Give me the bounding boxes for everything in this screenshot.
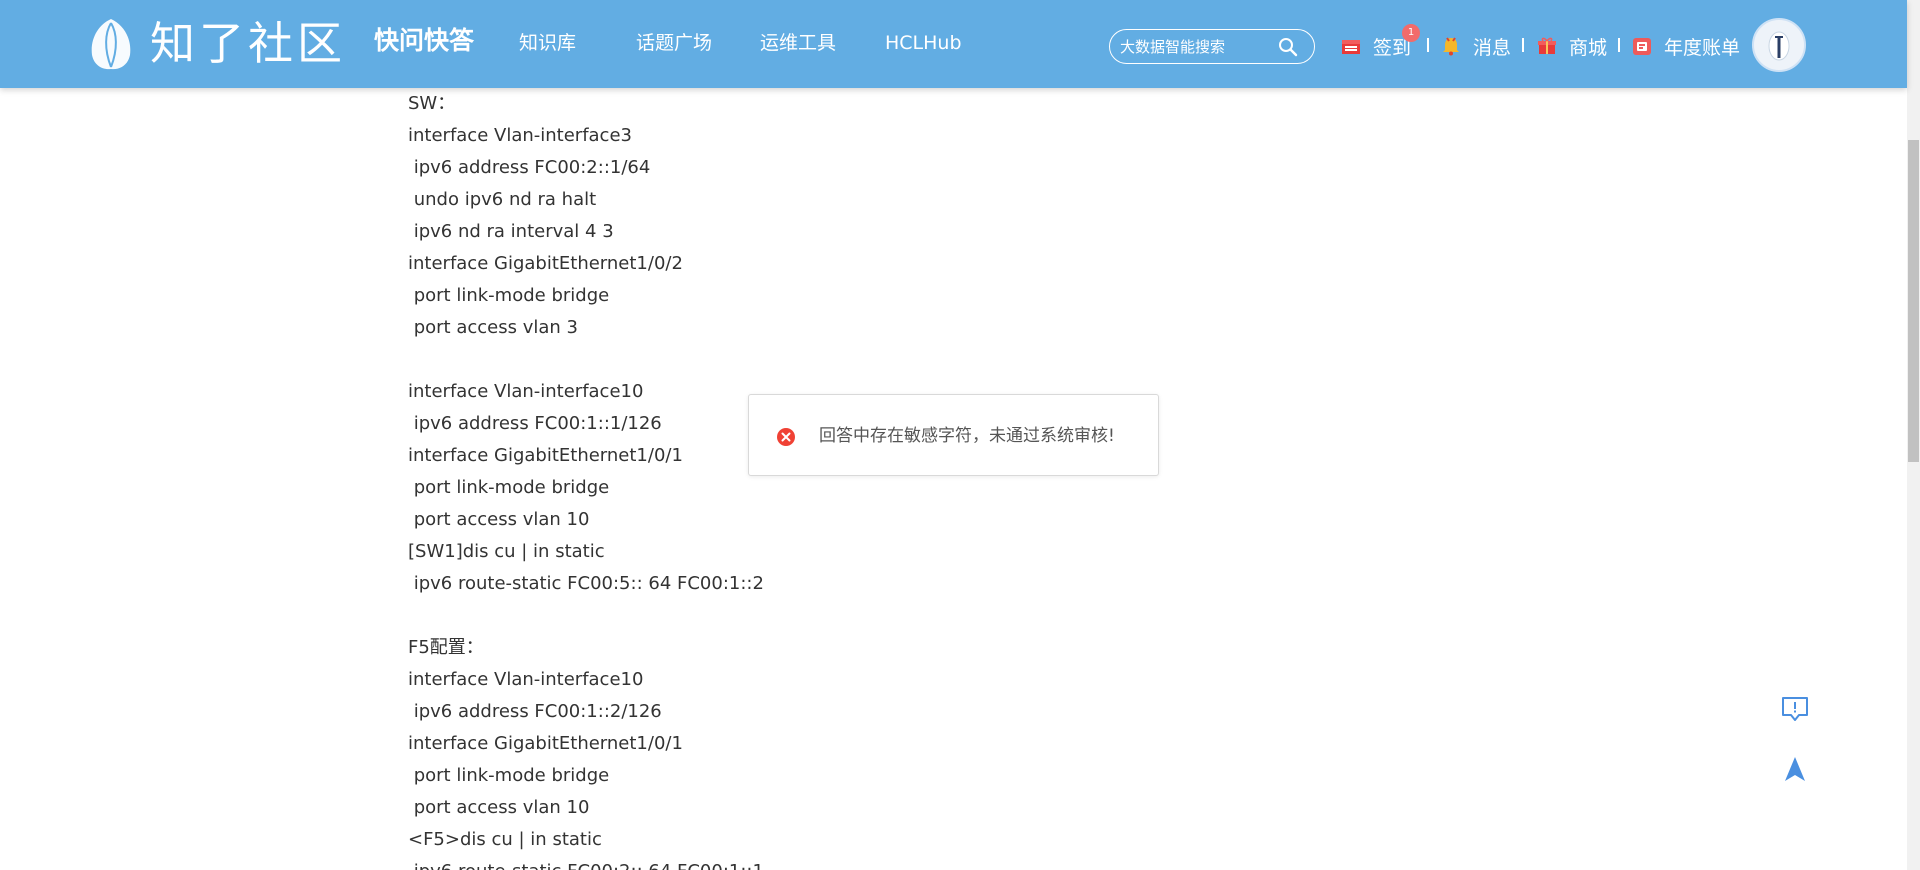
content-line: undo ipv6 nd ra halt bbox=[408, 189, 597, 210]
checkin-link[interactable]: 签到 bbox=[1341, 29, 1411, 63]
gift-box-icon bbox=[1342, 40, 1360, 54]
content-line: port link-mode bridge bbox=[408, 477, 610, 498]
toast-message: 回答中存在敏感字符，未通过系统审核! bbox=[819, 426, 1115, 446]
content-line: port link-mode bridge bbox=[408, 765, 610, 786]
content-line: port access vlan 3 bbox=[408, 317, 578, 338]
search-icon[interactable] bbox=[1278, 37, 1298, 57]
content-line bbox=[408, 600, 1308, 632]
back-to-top-icon[interactable] bbox=[1780, 754, 1810, 784]
gift-icon bbox=[1538, 37, 1556, 54]
error-circle-icon bbox=[777, 428, 795, 446]
content-line: <F5>dis cu | in static bbox=[408, 829, 602, 850]
content-line: port access vlan 10 bbox=[408, 509, 590, 530]
answer-code-block: SW： interface Vlan-interface3 ipv6 addre… bbox=[408, 88, 1308, 870]
content-line: [SW1]dis cu | in static bbox=[408, 541, 605, 562]
user-avatar-icon bbox=[1754, 20, 1804, 70]
content-area: SW： interface Vlan-interface3 ipv6 addre… bbox=[0, 88, 1907, 870]
nav-quick-qa[interactable]: 快问快答 bbox=[374, 24, 474, 58]
content-line: interface GigabitEthernet1/0/2 bbox=[408, 253, 683, 274]
avatar[interactable] bbox=[1752, 18, 1806, 72]
mall-label: 商城 bbox=[1569, 36, 1608, 59]
error-toast: 回答中存在敏感字符，未通过系统审核! bbox=[748, 394, 1159, 476]
checkin-badge: 1 bbox=[1402, 24, 1420, 42]
search-input[interactable] bbox=[1120, 34, 1280, 59]
content-line: port access vlan 10 bbox=[408, 797, 590, 818]
content-line bbox=[408, 344, 1308, 376]
content-line: interface GigabitEthernet1/0/1 bbox=[408, 733, 683, 754]
content-line: interface Vlan-interface3 bbox=[408, 125, 632, 146]
annual-bill-link[interactable]: 年度账单 bbox=[1632, 29, 1740, 63]
mall-link[interactable]: 商城 bbox=[1537, 29, 1607, 63]
content-line: ipv6 route-static FC00:5:: 64 FC00:1::2 bbox=[408, 573, 764, 594]
content-line: F5配置： bbox=[408, 637, 484, 658]
annual-bill-label: 年度账单 bbox=[1664, 36, 1741, 59]
messages-label: 消息 bbox=[1473, 36, 1512, 59]
nav-topic-square[interactable]: 话题广场 bbox=[636, 26, 712, 60]
content-line: ipv6 nd ra interval 4 3 bbox=[408, 221, 614, 242]
calendar-icon bbox=[1633, 38, 1651, 55]
nav-ops-tools[interactable]: 运维工具 bbox=[760, 26, 836, 60]
content-line: ipv6 address FC00:2::1/64 bbox=[408, 157, 651, 178]
messages-link[interactable]: 消息 bbox=[1441, 29, 1511, 63]
top-header: 知了社区 快问快答 知识库 话题广场 运维工具 HCLHub 签到 1 消息 bbox=[0, 0, 1907, 88]
bell-icon bbox=[1443, 37, 1459, 56]
header-divider bbox=[1618, 38, 1620, 52]
header-divider bbox=[1522, 38, 1524, 52]
header-divider bbox=[1427, 38, 1429, 52]
content-line: interface Vlan-interface10 bbox=[408, 669, 644, 690]
logo-text: 知了社区 bbox=[150, 17, 347, 70]
scrollbar-thumb[interactable] bbox=[1908, 140, 1919, 462]
feedback-icon[interactable] bbox=[1780, 694, 1810, 724]
content-line: port link-mode bridge bbox=[408, 285, 610, 306]
cicada-logo-icon bbox=[91, 19, 131, 70]
content-line: SW： bbox=[408, 93, 456, 114]
site-logo[interactable]: 知了社区 bbox=[88, 16, 346, 72]
content-line: ipv6 address FC00:1::2/126 bbox=[408, 701, 662, 722]
nav-hclhub[interactable]: HCLHub bbox=[885, 26, 962, 60]
nav-knowledge-base[interactable]: 知识库 bbox=[519, 26, 576, 60]
content-line: ipv6 route-static FC00:2:: 64 FC00:1::1 bbox=[408, 856, 1308, 870]
search-box bbox=[1109, 29, 1315, 64]
